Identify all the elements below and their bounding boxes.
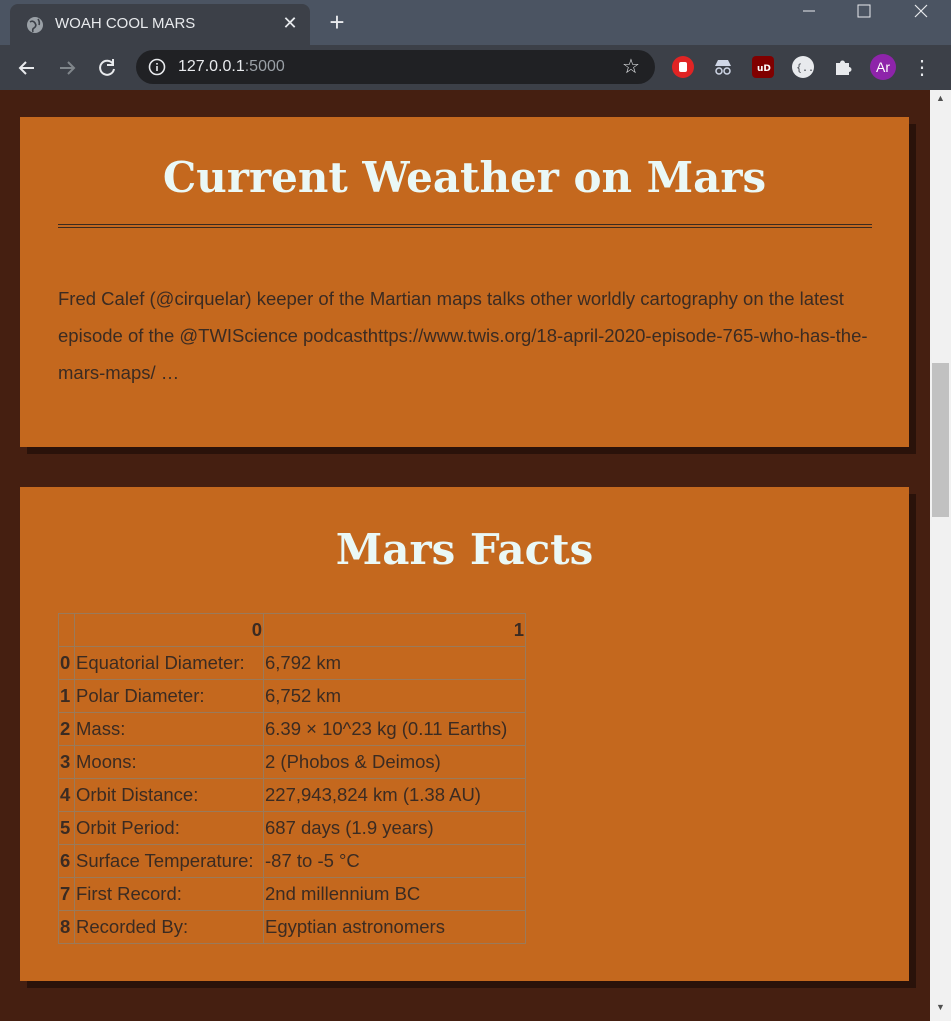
- browser-toolbar: 127.0.0.1:5000 ☆ uD {..} Ar ⋮: [0, 45, 951, 90]
- page-viewport: Current Weather on Mars Fred Calef (@cir…: [0, 90, 951, 1021]
- scroll-up-arrow-icon[interactable]: ▲: [930, 93, 951, 107]
- row-index: 8: [58, 910, 75, 944]
- table-row: 5 Orbit Period: 687 days (1.9 years): [58, 811, 526, 845]
- address-bar[interactable]: 127.0.0.1:5000 ☆: [136, 50, 655, 84]
- fact-value: Egyptian astronomers: [263, 910, 526, 944]
- svg-text:{..}: {..}: [796, 63, 814, 74]
- profile-avatar[interactable]: Ar: [870, 54, 896, 80]
- fact-value: 227,943,824 km (1.38 AU): [263, 778, 526, 812]
- json-extension-icon[interactable]: {..}: [792, 56, 820, 78]
- table-row: 0 Equatorial Diameter: 6,792 km: [58, 646, 526, 680]
- fact-value: 687 days (1.9 years): [263, 811, 526, 845]
- table-row: 7 First Record: 2nd millennium BC: [58, 877, 526, 911]
- fact-label: Orbit Period:: [74, 811, 264, 845]
- facts-title: Mars Facts: [335, 525, 594, 574]
- fact-value: -87 to -5 °C: [263, 844, 526, 878]
- row-index: 2: [58, 712, 75, 746]
- bookmark-star-icon[interactable]: ☆: [620, 56, 642, 78]
- header-col-1: 1: [263, 613, 526, 647]
- row-index: 0: [58, 646, 75, 680]
- table-row: 1 Polar Diameter: 6,752 km: [58, 679, 526, 713]
- facts-table: 0 1 0 Equatorial Diameter: 6,792 km 1 Po…: [58, 613, 526, 944]
- header-col-0: 0: [74, 613, 264, 647]
- url-text: 127.0.0.1:5000: [178, 58, 285, 75]
- minimize-icon[interactable]: [786, 0, 832, 24]
- incognito-extension-icon[interactable]: [712, 56, 734, 78]
- facts-card: Mars Facts 0 1 0 Equatorial Diameter: 6,…: [20, 487, 909, 981]
- back-arrow-icon[interactable]: [14, 55, 40, 81]
- fact-label: Orbit Distance:: [74, 778, 264, 812]
- site-info-icon[interactable]: [148, 58, 166, 76]
- close-tab-icon[interactable]: ✕: [280, 12, 300, 34]
- row-index: 4: [58, 778, 75, 812]
- weather-card: Current Weather on Mars Fred Calef (@cir…: [20, 117, 909, 447]
- weather-tweet-text: Fred Calef (@cirquelar) keeper of the Ma…: [58, 288, 868, 383]
- fact-label: Moons:: [74, 745, 264, 779]
- forward-arrow-icon[interactable]: [54, 55, 80, 81]
- vertical-scrollbar[interactable]: ▲ ▼: [930, 90, 951, 1021]
- globe-icon: [27, 17, 43, 33]
- table-row: 3 Moons: 2 (Phobos & Deimos): [58, 745, 526, 779]
- title-divider: [58, 224, 872, 228]
- fact-label: First Record:: [74, 877, 264, 911]
- fact-label: Surface Temperature:: [74, 844, 264, 878]
- tab-strip: WOAH COOL MARS ✕ +: [0, 0, 951, 45]
- tab-title: WOAH COOL MARS: [55, 15, 196, 32]
- ublock-shield-icon[interactable]: uD: [752, 56, 774, 78]
- window-close-icon[interactable]: [898, 0, 944, 24]
- table-header-row: 0 1: [58, 613, 526, 647]
- fact-value: 2 (Phobos & Deimos): [263, 745, 526, 779]
- fact-label: Mass:: [74, 712, 264, 746]
- fact-value: 2nd millennium BC: [263, 877, 526, 911]
- row-index: 3: [58, 745, 75, 779]
- weather-title: Current Weather on Mars: [162, 153, 767, 202]
- puzzle-extensions-icon[interactable]: [832, 56, 854, 78]
- table-row: 2 Mass: 6.39 × 10^23 kg (0.11 Earths): [58, 712, 526, 746]
- row-index: 7: [58, 877, 75, 911]
- adblock-hand-icon[interactable]: [672, 56, 694, 78]
- table-row: 6 Surface Temperature: -87 to -5 °C: [58, 844, 526, 878]
- header-index: [58, 613, 75, 647]
- table-row: 8 Recorded By: Egyptian astronomers: [58, 910, 526, 944]
- table-row: 4 Orbit Distance: 227,943,824 km (1.38 A…: [58, 778, 526, 812]
- kebab-menu-icon[interactable]: ⋮: [912, 55, 932, 81]
- new-tab-icon[interactable]: +: [324, 9, 350, 35]
- reload-icon[interactable]: [94, 55, 120, 81]
- browser-tab[interactable]: WOAH COOL MARS ✕: [10, 4, 310, 45]
- row-index: 5: [58, 811, 75, 845]
- row-index: 1: [58, 679, 75, 713]
- fact-label: Equatorial Diameter:: [74, 646, 264, 680]
- scroll-thumb[interactable]: [932, 363, 949, 517]
- fact-label: Polar Diameter:: [74, 679, 264, 713]
- fact-label: Recorded By:: [74, 910, 264, 944]
- maximize-icon[interactable]: [841, 0, 887, 24]
- svg-text:uD: uD: [757, 64, 771, 74]
- fact-value: 6,792 km: [263, 646, 526, 680]
- scroll-down-arrow-icon[interactable]: ▼: [930, 1002, 951, 1016]
- row-index: 6: [58, 844, 75, 878]
- fact-value: 6,752 km: [263, 679, 526, 713]
- fact-value: 6.39 × 10^23 kg (0.11 Earths): [263, 712, 526, 746]
